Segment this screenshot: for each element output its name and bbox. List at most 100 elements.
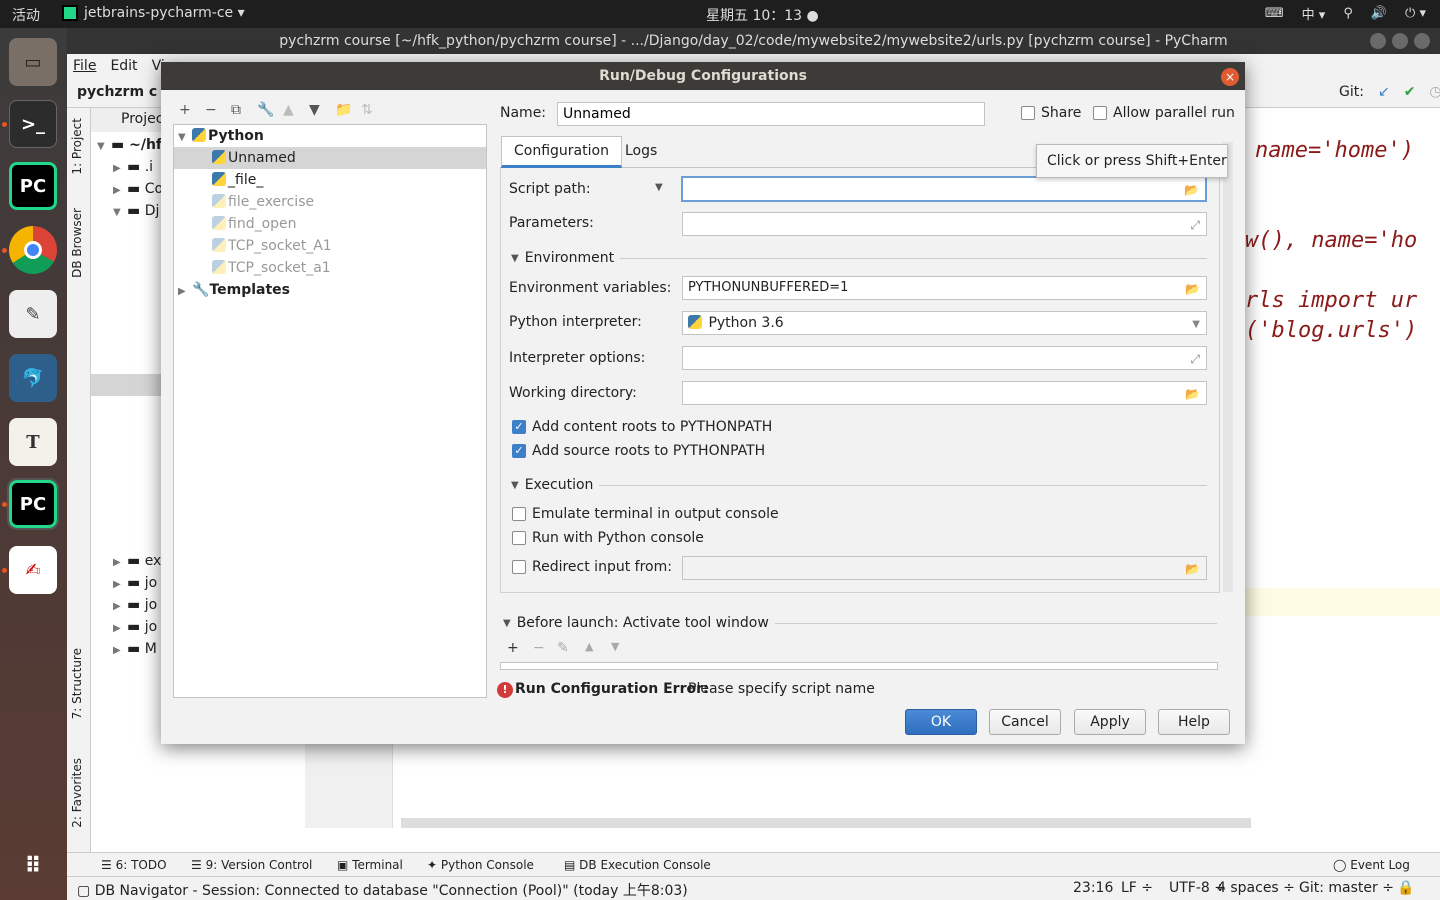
script-type-dropdown-icon[interactable]: ▼ <box>655 182 663 193</box>
move-task-up-icon[interactable]: ▲ <box>585 640 593 653</box>
interpreter-options-input[interactable]: ⤢ <box>682 346 1207 370</box>
edit-defaults-icon[interactable]: 🔧 <box>257 102 274 118</box>
project-item[interactable]: ▶ ▬ Co <box>113 178 163 200</box>
parameters-input[interactable]: ⤢ <box>682 212 1207 236</box>
tab-db-execution-console[interactable]: ▤ DB Execution Console <box>564 858 711 872</box>
project-item[interactable]: ▶ ▬ jo <box>113 572 157 594</box>
cancel-button[interactable]: Cancel <box>989 709 1061 735</box>
tab-terminal[interactable]: ▣ Terminal <box>337 858 403 872</box>
folder-browse-icon[interactable]: 📂 <box>1185 558 1200 580</box>
expand-icon[interactable]: ⤢ <box>1190 348 1200 370</box>
apply-button[interactable]: Apply <box>1074 709 1146 735</box>
env-vars-input[interactable]: PYTHONUNBUFFERED=1 📂 <box>682 276 1207 300</box>
chrome-icon[interactable] <box>9 226 57 274</box>
system-tray[interactable]: ⌨ 中 ▾ ⚲ 🔊 ⏻ ▾ <box>1265 4 1426 23</box>
remove-task-icon[interactable]: − <box>533 640 545 656</box>
app-menu[interactable]: jetbrains-pycharm-ce ▾ <box>62 5 245 21</box>
add-task-icon[interactable]: + <box>507 640 519 656</box>
project-item[interactable]: ▶ ▬ M <box>113 638 157 660</box>
close-icon[interactable]: × <box>1221 68 1239 86</box>
python-console-checkbox[interactable] <box>512 531 526 545</box>
source-roots-checkbox[interactable]: ✓ <box>512 444 526 458</box>
working-dir-input[interactable]: 📂 <box>682 381 1207 405</box>
share-checkbox[interactable] <box>1021 106 1035 120</box>
ok-button[interactable]: OK <box>905 709 977 735</box>
emulate-terminal-checkbox[interactable] <box>512 507 526 521</box>
folder-browse-icon[interactable]: 📂 <box>1185 278 1200 300</box>
minimize-icon[interactable] <box>1370 33 1386 49</box>
indent-setting[interactable]: 4 spaces ÷ <box>1217 880 1295 896</box>
tab-db-browser[interactable]: DB Browser <box>70 208 84 278</box>
tree-item-file[interactable]: _file_ <box>212 169 263 191</box>
menu-file[interactable]: File <box>73 58 96 74</box>
typora-icon[interactable]: T <box>9 418 57 466</box>
project-item[interactable]: ▶ ▬ jo <box>113 616 157 638</box>
project-root[interactable]: ▼ ▬ ~/hfl <box>97 134 166 156</box>
files-icon[interactable]: ▭ <box>9 38 57 86</box>
mysql-workbench-icon[interactable]: 🐬 <box>9 354 57 402</box>
project-item[interactable]: ▼ ▬ Dj <box>113 200 159 222</box>
folder-browse-icon[interactable]: 📂 <box>1184 179 1199 201</box>
move-down-icon[interactable]: ▼ <box>309 102 320 118</box>
execution-section[interactable]: ▼ Execution <box>511 477 1207 493</box>
power-menu[interactable]: ⏻ ▾ <box>1405 6 1426 21</box>
tab-version-control[interactable]: ☰ 9: Version Control <box>191 858 312 872</box>
line-separator[interactable]: LF ÷ <box>1121 880 1153 896</box>
tree-templates-group[interactable]: ▶ 🔧Templates <box>178 279 290 301</box>
content-roots-checkbox[interactable]: ✓ <box>512 420 526 434</box>
pycharm-active-icon[interactable]: PC <box>7 478 59 530</box>
environment-section[interactable]: ▼ Environment <box>511 250 1207 266</box>
tab-configuration[interactable]: Configuration <box>501 136 622 168</box>
show-apps-icon[interactable]: ⠿ <box>9 842 57 890</box>
maximize-icon[interactable] <box>1392 33 1408 49</box>
sort-icon[interactable]: ⇅ <box>361 102 373 118</box>
tab-favorites[interactable]: 2: Favorites <box>70 758 84 828</box>
menu-edit[interactable]: Edit <box>110 58 137 74</box>
activities-button[interactable]: 活动 <box>12 5 40 25</box>
tab-project[interactable]: 1: Project <box>70 118 84 175</box>
tree-item-tcp-socket-A1[interactable]: TCP_socket_A1 <box>212 235 332 257</box>
before-launch-section[interactable]: ▼ Before launch: Activate tool window <box>503 615 1217 631</box>
interpreter-select[interactable]: Python 3.6 ▼ <box>682 311 1207 335</box>
folder-browse-icon[interactable]: 📂 <box>1185 383 1200 405</box>
project-item[interactable]: ▶ ▬ jo <box>113 594 157 616</box>
breadcrumb[interactable]: pychzrm c <box>77 84 157 100</box>
git-update-icon[interactable]: ↙ <box>1378 84 1390 100</box>
network-icon[interactable]: ⚲ <box>1343 6 1353 21</box>
terminal-icon[interactable]: >_ <box>9 100 57 148</box>
scrollbar[interactable] <box>1223 142 1233 592</box>
tab-python-console[interactable]: ✦ Python Console <box>427 858 534 872</box>
git-branch[interactable]: Git: master ÷ <box>1299 880 1394 896</box>
tab-structure[interactable]: 7: Structure <box>70 648 84 719</box>
redirect-input-field[interactable]: 📂 <box>682 556 1207 580</box>
text-editor-icon[interactable]: ✎ <box>9 290 57 338</box>
close-icon[interactable] <box>1414 33 1430 49</box>
edit-task-icon[interactable]: ✎ <box>557 640 569 656</box>
tree-item-file-exercise[interactable]: file_exercise <box>212 191 314 213</box>
tree-item-find-open[interactable]: find_open <box>212 213 297 235</box>
tree-python-group[interactable]: ▼ Python <box>178 125 264 147</box>
project-item[interactable]: ▶ ▬ ex <box>113 550 161 572</box>
tab-logs[interactable]: Logs <box>625 143 657 159</box>
pdf-viewer-icon[interactable]: ✍ <box>9 546 57 594</box>
clock[interactable]: 星期五 10：13 ● <box>706 5 819 25</box>
git-history-icon[interactable]: ◷ <box>1429 84 1440 100</box>
task-list[interactable] <box>500 662 1218 670</box>
caret-position[interactable]: 23:16 <box>1073 880 1113 896</box>
remove-config-icon[interactable]: − <box>205 102 217 118</box>
keyboard-icon[interactable]: ⌨ <box>1265 6 1284 21</box>
copy-config-icon[interactable]: ⧉ <box>231 102 241 118</box>
parallel-run-checkbox[interactable] <box>1093 106 1107 120</box>
tree-item-tcp-socket-a1[interactable]: TCP_socket_a1 <box>212 257 331 279</box>
tab-event-log[interactable]: ◯ Event Log <box>1333 858 1410 872</box>
script-path-input[interactable]: 📂 <box>681 176 1207 202</box>
help-button[interactable]: Help <box>1158 709 1230 735</box>
move-up-icon[interactable]: ▲ <box>283 102 294 118</box>
add-config-icon[interactable]: + <box>179 102 191 118</box>
chevron-down-icon[interactable]: ▼ <box>1192 314 1200 336</box>
project-item[interactable]: ▶ ▬ .i <box>113 156 153 178</box>
expand-icon[interactable]: ⤢ <box>1190 214 1200 236</box>
lock-icon[interactable]: 🔒 <box>1397 880 1414 896</box>
volume-icon[interactable]: 🔊 <box>1371 6 1387 21</box>
tree-item-unnamed[interactable]: Unnamed <box>174 147 486 169</box>
